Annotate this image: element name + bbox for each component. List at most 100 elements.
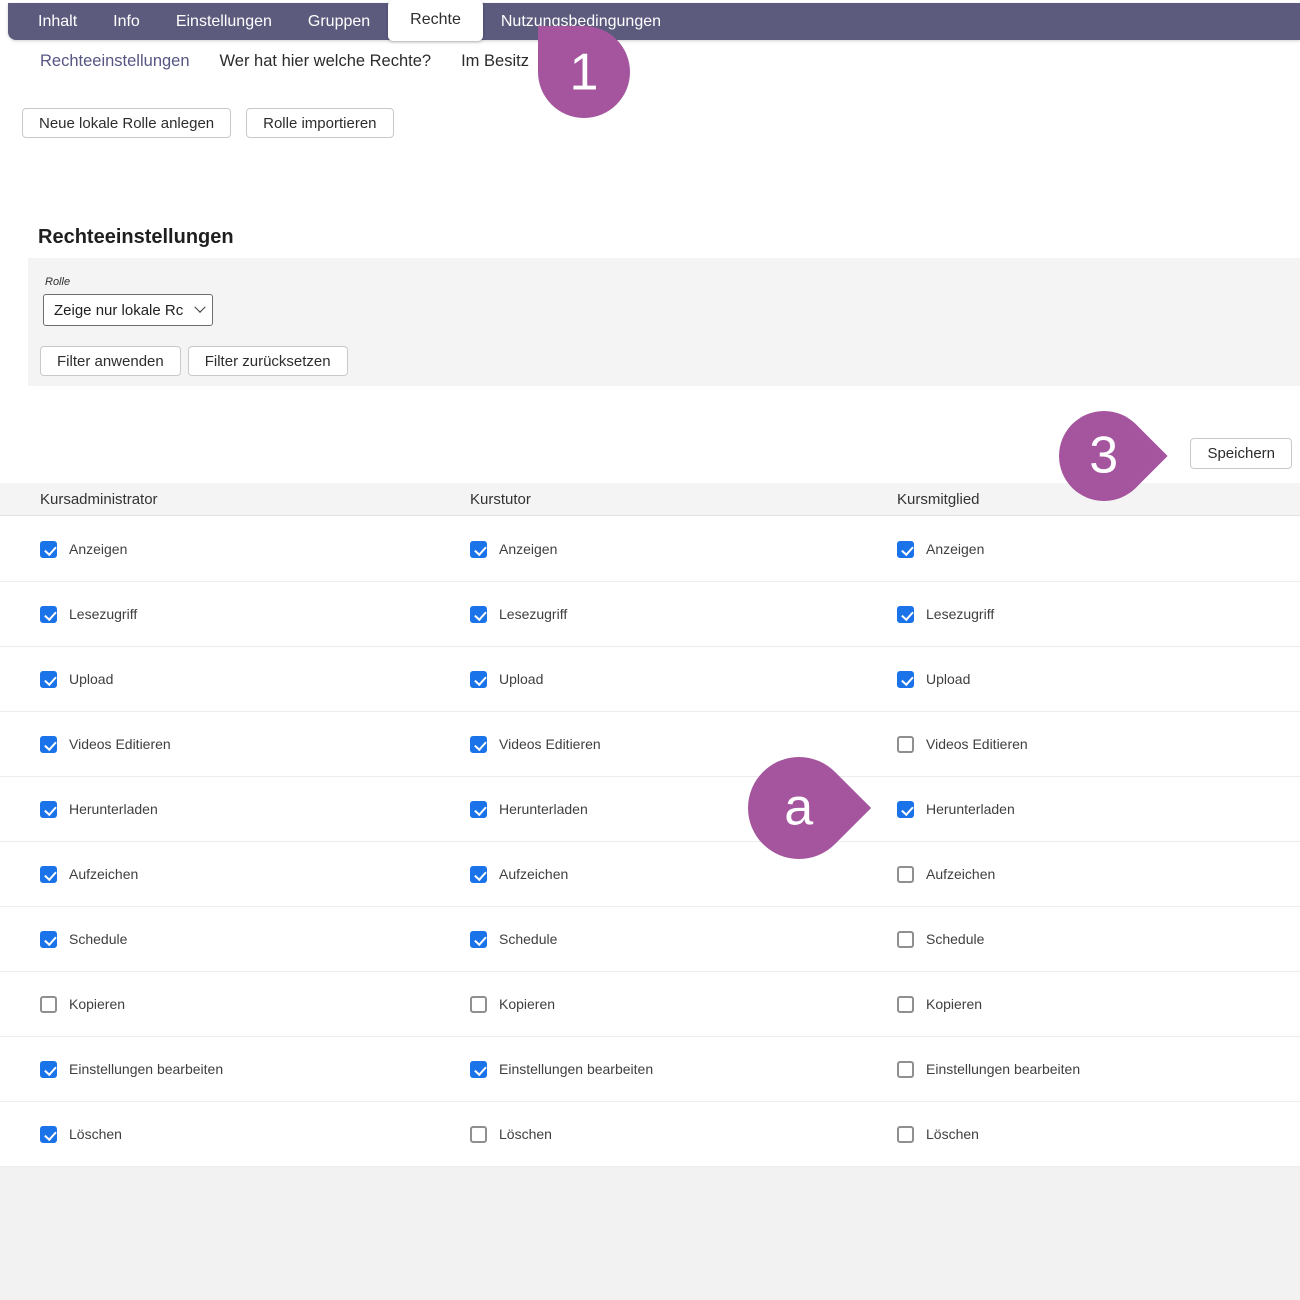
permission-cell: Schedule	[897, 931, 1300, 948]
subtab-im-besitz[interactable]: Im Besitz	[461, 52, 529, 71]
permissions-table-body: AnzeigenAnzeigenAnzeigenLesezugriffLesez…	[0, 517, 1300, 1167]
checkbox-unchecked[interactable]	[897, 931, 914, 948]
checkbox-checked[interactable]	[897, 606, 914, 623]
permission-label: Upload	[499, 671, 543, 687]
permission-cell: Kopieren	[897, 996, 1300, 1013]
permission-label: Löschen	[499, 1126, 552, 1142]
role-select-value: Zeige nur lokale Rc	[54, 302, 192, 319]
permission-label: Aufzeichen	[499, 866, 568, 882]
permission-cell: Einstellungen bearbeiten	[40, 1061, 470, 1078]
table-row: HerunterladenHerunterladenHerunterladen	[0, 777, 1300, 842]
checkbox-checked[interactable]	[40, 606, 57, 623]
permission-cell: Anzeigen	[40, 541, 470, 558]
checkbox-unchecked[interactable]	[897, 1061, 914, 1078]
reset-filter-button[interactable]: Filter zurücksetzen	[188, 346, 348, 376]
permission-cell: Lesezugriff	[897, 606, 1300, 623]
tab-einstellungen[interactable]: Einstellungen	[158, 3, 290, 40]
page-title: Rechteeinstellungen	[38, 226, 234, 249]
permission-label: Lesezugriff	[499, 606, 567, 622]
permission-cell: Videos Editieren	[897, 736, 1300, 753]
permission-label: Upload	[69, 671, 113, 687]
permission-cell: Videos Editieren	[40, 736, 470, 753]
table-row: ScheduleScheduleSchedule	[0, 907, 1300, 972]
table-row: KopierenKopierenKopieren	[0, 972, 1300, 1037]
checkbox-checked[interactable]	[470, 606, 487, 623]
permission-label: Anzeigen	[926, 541, 984, 557]
checkbox-unchecked[interactable]	[470, 996, 487, 1013]
checkbox-checked[interactable]	[470, 541, 487, 558]
role-select[interactable]: Zeige nur lokale Rc	[43, 294, 213, 326]
permission-label: Kopieren	[926, 996, 982, 1012]
permission-cell: Upload	[897, 671, 1300, 688]
column-header-kursadministrator: Kursadministrator	[40, 491, 470, 508]
permission-cell: Upload	[470, 671, 897, 688]
permission-label: Einstellungen bearbeiten	[69, 1061, 223, 1077]
permission-cell: Einstellungen bearbeiten	[897, 1061, 1300, 1078]
checkbox-unchecked[interactable]	[897, 996, 914, 1013]
tab-inhalt[interactable]: Inhalt	[20, 3, 95, 40]
checkbox-checked[interactable]	[40, 1061, 57, 1078]
filter-buttons-row: Filter anwenden Filter zurücksetzen	[40, 346, 348, 376]
checkbox-checked[interactable]	[470, 1061, 487, 1078]
permission-cell: Lesezugriff	[470, 606, 897, 623]
permission-cell: Schedule	[40, 931, 470, 948]
tab-rechte[interactable]: Rechte	[388, 0, 483, 41]
table-row: Lesezugriff Lesezugriff Lesezugriff	[0, 582, 1300, 647]
permission-cell: Herunterladen	[40, 801, 470, 818]
checkbox-checked[interactable]	[40, 1126, 57, 1143]
checkbox-checked[interactable]	[40, 541, 57, 558]
checkbox-checked[interactable]	[470, 866, 487, 883]
checkbox-checked[interactable]	[40, 801, 57, 818]
chevron-down-icon	[194, 302, 205, 313]
permission-label: Schedule	[926, 931, 984, 947]
permission-cell: Löschen	[897, 1126, 1300, 1143]
checkbox-checked[interactable]	[470, 671, 487, 688]
annotation-callout-1: 1	[538, 26, 630, 118]
checkbox-unchecked[interactable]	[40, 996, 57, 1013]
checkbox-checked[interactable]	[470, 931, 487, 948]
permission-label: Einstellungen bearbeiten	[926, 1061, 1080, 1077]
permission-label: Videos Editieren	[69, 736, 171, 752]
import-role-button[interactable]: Rolle importieren	[246, 108, 393, 138]
permission-cell: Aufzeichen	[470, 866, 897, 883]
permission-label: Aufzeichen	[926, 866, 995, 882]
checkbox-checked[interactable]	[897, 671, 914, 688]
permission-cell: Löschen	[470, 1126, 897, 1143]
permission-cell: Lesezugriff	[40, 606, 470, 623]
checkbox-checked[interactable]	[470, 736, 487, 753]
permission-label: Lesezugriff	[69, 606, 137, 622]
new-local-role-button[interactable]: Neue lokale Rolle anlegen	[22, 108, 231, 138]
sub-navbar: Rechteeinstellungen Wer hat hier welche …	[40, 52, 529, 71]
checkbox-unchecked[interactable]	[897, 736, 914, 753]
permission-label: Lesezugriff	[926, 606, 994, 622]
role-select-label: Rolle	[45, 276, 70, 288]
permission-cell: Löschen	[40, 1126, 470, 1143]
checkbox-checked[interactable]	[40, 931, 57, 948]
checkbox-checked[interactable]	[40, 866, 57, 883]
apply-filter-button[interactable]: Filter anwenden	[40, 346, 181, 376]
top-navbar: Inhalt Info Einstellungen Gruppen Rechte…	[8, 3, 1300, 40]
permission-cell: Videos Editieren	[470, 736, 897, 753]
checkbox-checked[interactable]	[40, 671, 57, 688]
page-footer-area	[0, 1167, 1300, 1300]
tab-info[interactable]: Info	[95, 3, 158, 40]
permission-label: Anzeigen	[499, 541, 557, 557]
permission-label: Herunterladen	[499, 801, 588, 817]
permission-label: Herunterladen	[69, 801, 158, 817]
subtab-rechteeinstellungen[interactable]: Rechteeinstellungen	[40, 52, 190, 71]
tab-gruppen[interactable]: Gruppen	[290, 3, 388, 40]
table-row: Einstellungen bearbeiten Einstellungen be…	[0, 1037, 1300, 1102]
subtab-wer-hat-welche-rechte[interactable]: Wer hat hier welche Rechte?	[220, 52, 432, 71]
checkbox-unchecked[interactable]	[470, 1126, 487, 1143]
permission-label: Upload	[926, 671, 970, 687]
save-button[interactable]: Speichern	[1190, 438, 1292, 469]
checkbox-unchecked[interactable]	[897, 1126, 914, 1143]
checkbox-checked[interactable]	[40, 736, 57, 753]
permission-label: Videos Editieren	[926, 736, 1028, 752]
checkbox-checked[interactable]	[897, 801, 914, 818]
permission-cell: Upload	[40, 671, 470, 688]
table-row: Löschen Löschen Löschen	[0, 1102, 1300, 1167]
checkbox-unchecked[interactable]	[897, 866, 914, 883]
checkbox-checked[interactable]	[470, 801, 487, 818]
checkbox-checked[interactable]	[897, 541, 914, 558]
